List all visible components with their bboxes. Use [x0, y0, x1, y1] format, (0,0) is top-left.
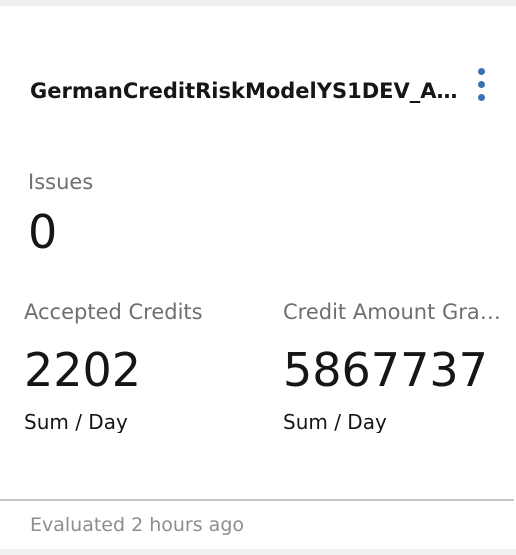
metric-label-credit-amount: Credit Amount Granted — [283, 300, 505, 324]
footer-divider — [0, 499, 514, 501]
metrics-area: Accepted Credits 2202 Sum / Day Credit A… — [0, 6, 516, 433]
model-card: GermanCreditRiskModelYS1DEV_Azure_ML_Ext… — [0, 6, 516, 549]
metric-unit-accepted-credits: Sum / Day — [24, 410, 128, 433]
metric-unit-credit-amount: Sum / Day — [283, 410, 387, 433]
metric-value-credit-amount: 5867737 — [283, 343, 488, 397]
evaluated-timestamp: Evaluated 2 hours ago — [30, 514, 245, 536]
metric-value-accepted-credits: 2202 — [24, 343, 142, 397]
metric-label-accepted-credits: Accepted Credits — [24, 300, 203, 324]
